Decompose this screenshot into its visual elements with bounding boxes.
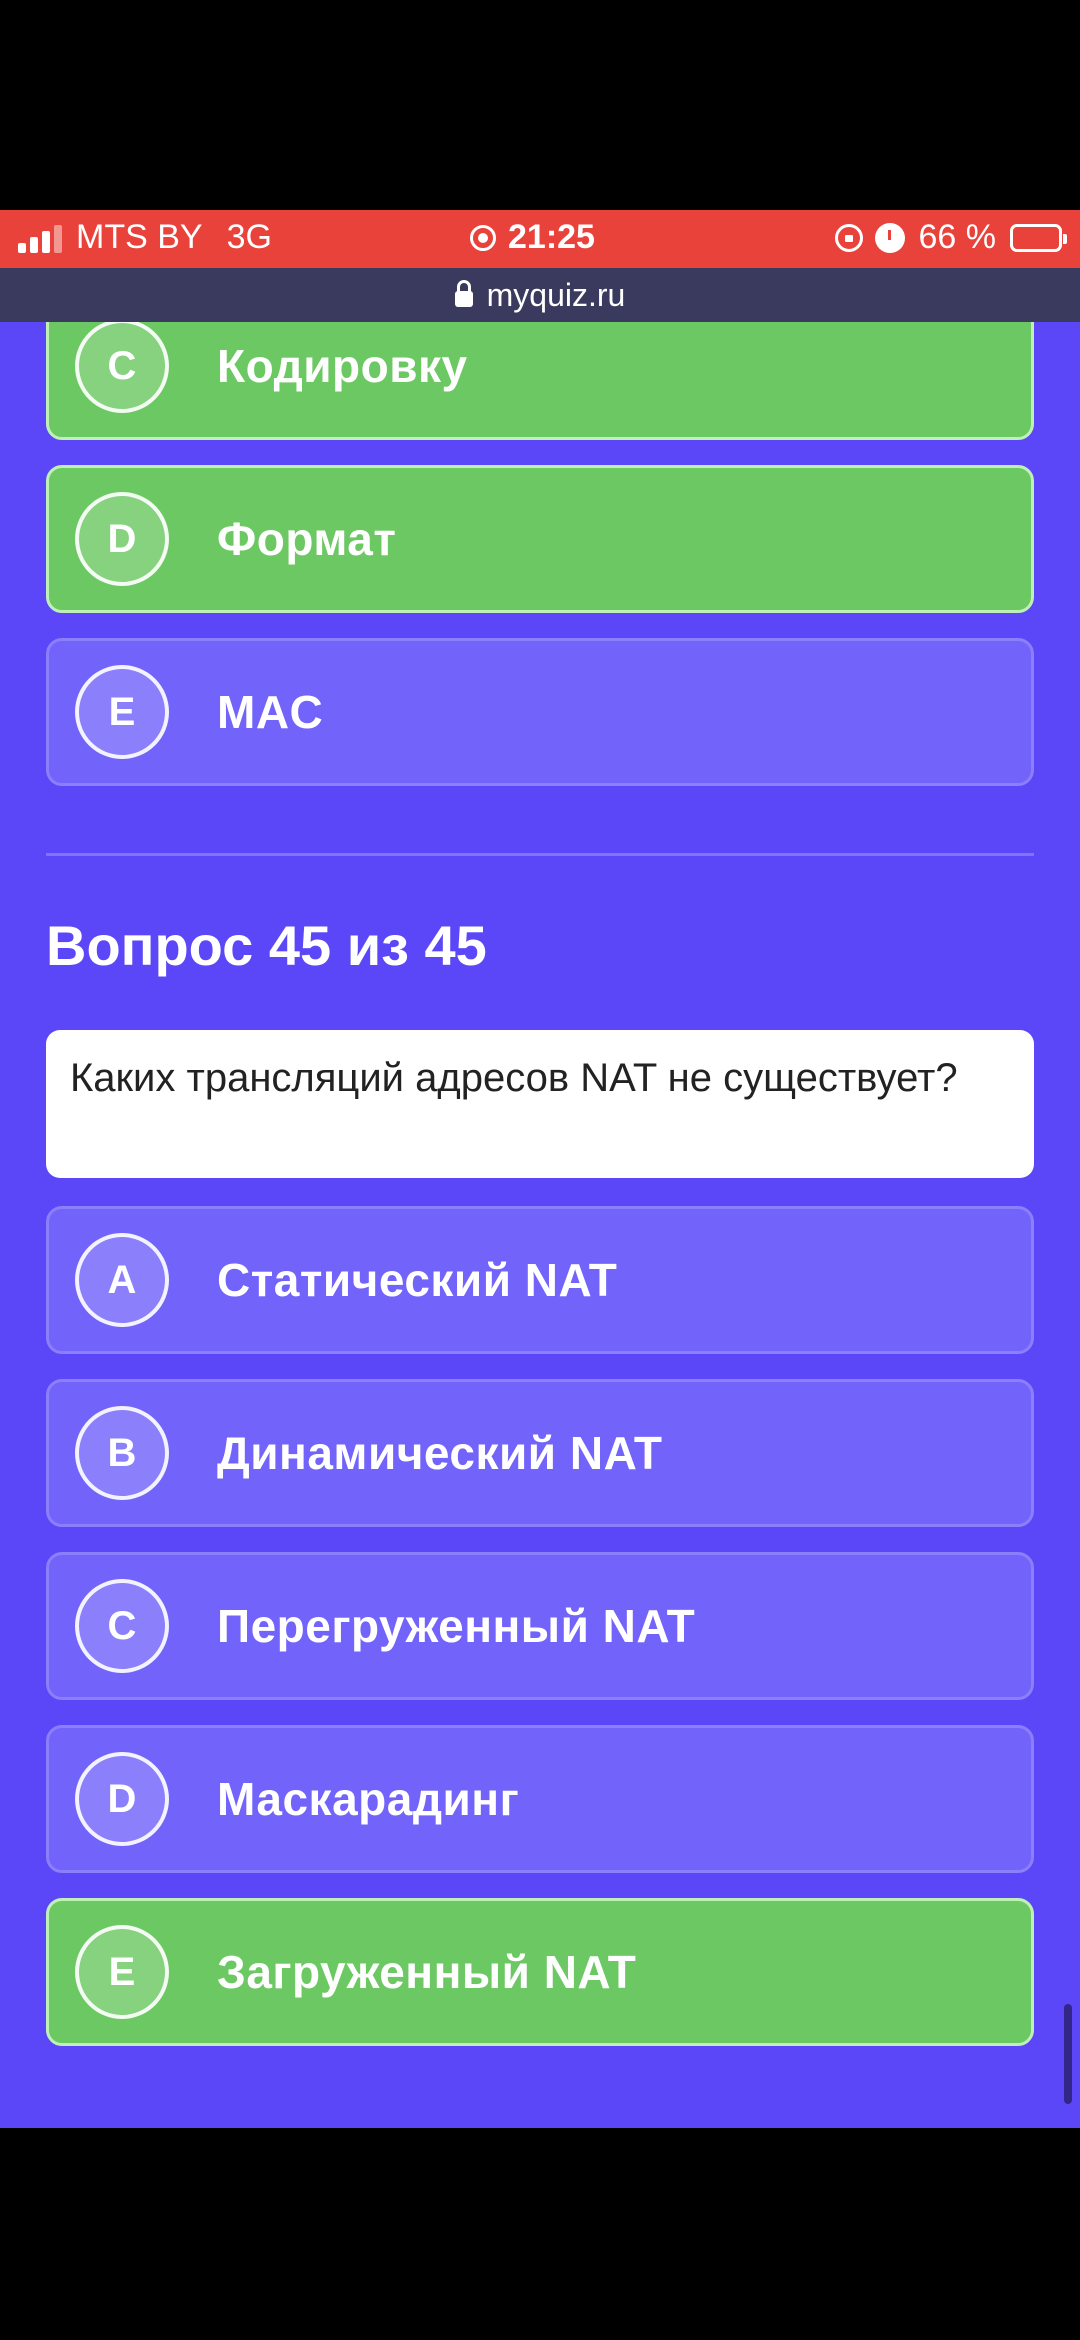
option-label: Формат xyxy=(217,513,397,565)
signal-icon xyxy=(18,223,62,253)
question-divider xyxy=(46,853,1034,856)
option-letter-badge: D xyxy=(75,492,169,586)
orientation-lock-icon xyxy=(834,223,863,252)
option-label: Динамический NAT xyxy=(217,1427,663,1479)
answer-option-d[interactable]: D Маскарадинг xyxy=(46,1725,1034,1873)
option-letter-badge: A xyxy=(75,1233,169,1327)
status-left: MTS BY 3G xyxy=(18,218,272,257)
network-type: 3G xyxy=(226,218,272,256)
top-black-area xyxy=(0,0,1080,210)
address-bar[interactable]: myquiz.ru xyxy=(0,268,1080,322)
answer-option-e[interactable]: E MAC xyxy=(46,638,1034,786)
padlock-icon xyxy=(454,280,473,307)
battery-percent: 66 % xyxy=(918,218,997,256)
option-label: Кодировку xyxy=(217,340,468,392)
url-text: myquiz.ru xyxy=(486,276,626,313)
question-text: Каких трансляций адресов NAT не существу… xyxy=(46,1030,1034,1178)
bottom-black-area xyxy=(0,2128,1080,2340)
screen-recording-icon xyxy=(470,224,496,251)
quiz-page: C Кодировку D Формат E MAC Вопрос 45 из 45 Ка… xyxy=(0,268,1080,2128)
status-bar: MTS BY 3G 21:25 66 % xyxy=(0,210,1080,268)
option-letter-badge: E xyxy=(75,665,169,759)
question-heading: Вопрос 45 из 45 xyxy=(46,914,487,977)
option-label: Маскарадинг xyxy=(217,1773,520,1825)
carrier-name: MTS BY xyxy=(76,218,203,256)
status-right: 66 % xyxy=(834,218,1067,257)
alarm-icon xyxy=(874,222,905,253)
answer-option-d[interactable]: D Формат xyxy=(46,465,1034,613)
option-label: Статический NAT xyxy=(217,1254,618,1306)
answer-option-e[interactable]: E Загруженный NAT xyxy=(46,1898,1034,2046)
option-letter-badge: C xyxy=(75,1579,169,1673)
option-letter-badge: C xyxy=(75,319,169,413)
battery-icon xyxy=(1010,223,1067,252)
status-center: 21:25 xyxy=(470,218,595,257)
option-letter-badge: E xyxy=(75,1925,169,2019)
option-letter-badge: D xyxy=(75,1752,169,1846)
option-letter-badge: B xyxy=(75,1406,169,1500)
option-label: Загруженный NAT xyxy=(217,1946,637,1998)
option-label: Перегруженный NAT xyxy=(217,1600,696,1652)
option-label: MAC xyxy=(217,686,324,738)
answer-option-a[interactable]: A Статический NAT xyxy=(46,1206,1034,1354)
answer-option-c[interactable]: C Перегруженный NAT xyxy=(46,1552,1034,1700)
clock: 21:25 xyxy=(508,218,595,256)
scrollbar[interactable] xyxy=(1064,2004,1072,2104)
answer-option-b[interactable]: B Динамический NAT xyxy=(46,1379,1034,1527)
